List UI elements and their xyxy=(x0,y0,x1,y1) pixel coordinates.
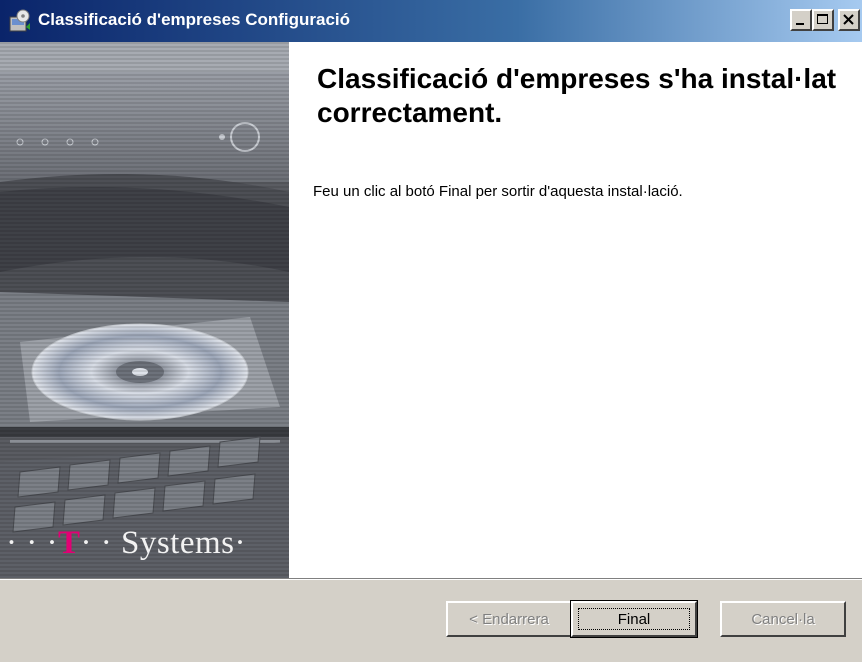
completion-heading: Classificació d'empreses s'ha instal·lat… xyxy=(317,63,837,128)
content-panel: Classificació d'empreses s'ha instal·lat… xyxy=(289,42,862,578)
installer-window: Classificació d'empreses Configuració · … xyxy=(0,0,862,662)
computer-cd-illustration xyxy=(0,42,289,578)
back-button[interactable]: < Endarrera xyxy=(446,601,572,637)
side-banner-image: · · ·T· · Systems· xyxy=(0,42,289,578)
installer-icon xyxy=(8,9,32,33)
finish-button[interactable]: Final xyxy=(570,600,698,638)
minimize-button[interactable] xyxy=(790,9,812,31)
minimize-icon xyxy=(796,23,804,25)
close-button[interactable] xyxy=(838,9,860,31)
maximize-icon xyxy=(817,14,828,24)
close-icon xyxy=(843,14,854,25)
window-title: Classificació d'empreses Configuració xyxy=(38,10,351,29)
divider-highlight xyxy=(0,579,862,580)
t-systems-logo: · · ·T· · Systems· xyxy=(6,525,246,561)
cancel-button[interactable]: Cancel·la xyxy=(720,601,846,637)
title-bar[interactable]: Classificació d'empreses Configuració xyxy=(0,0,862,42)
completion-message: Feu un clic al botó Final per sortir d'a… xyxy=(313,183,683,200)
maximize-button[interactable] xyxy=(812,9,834,31)
